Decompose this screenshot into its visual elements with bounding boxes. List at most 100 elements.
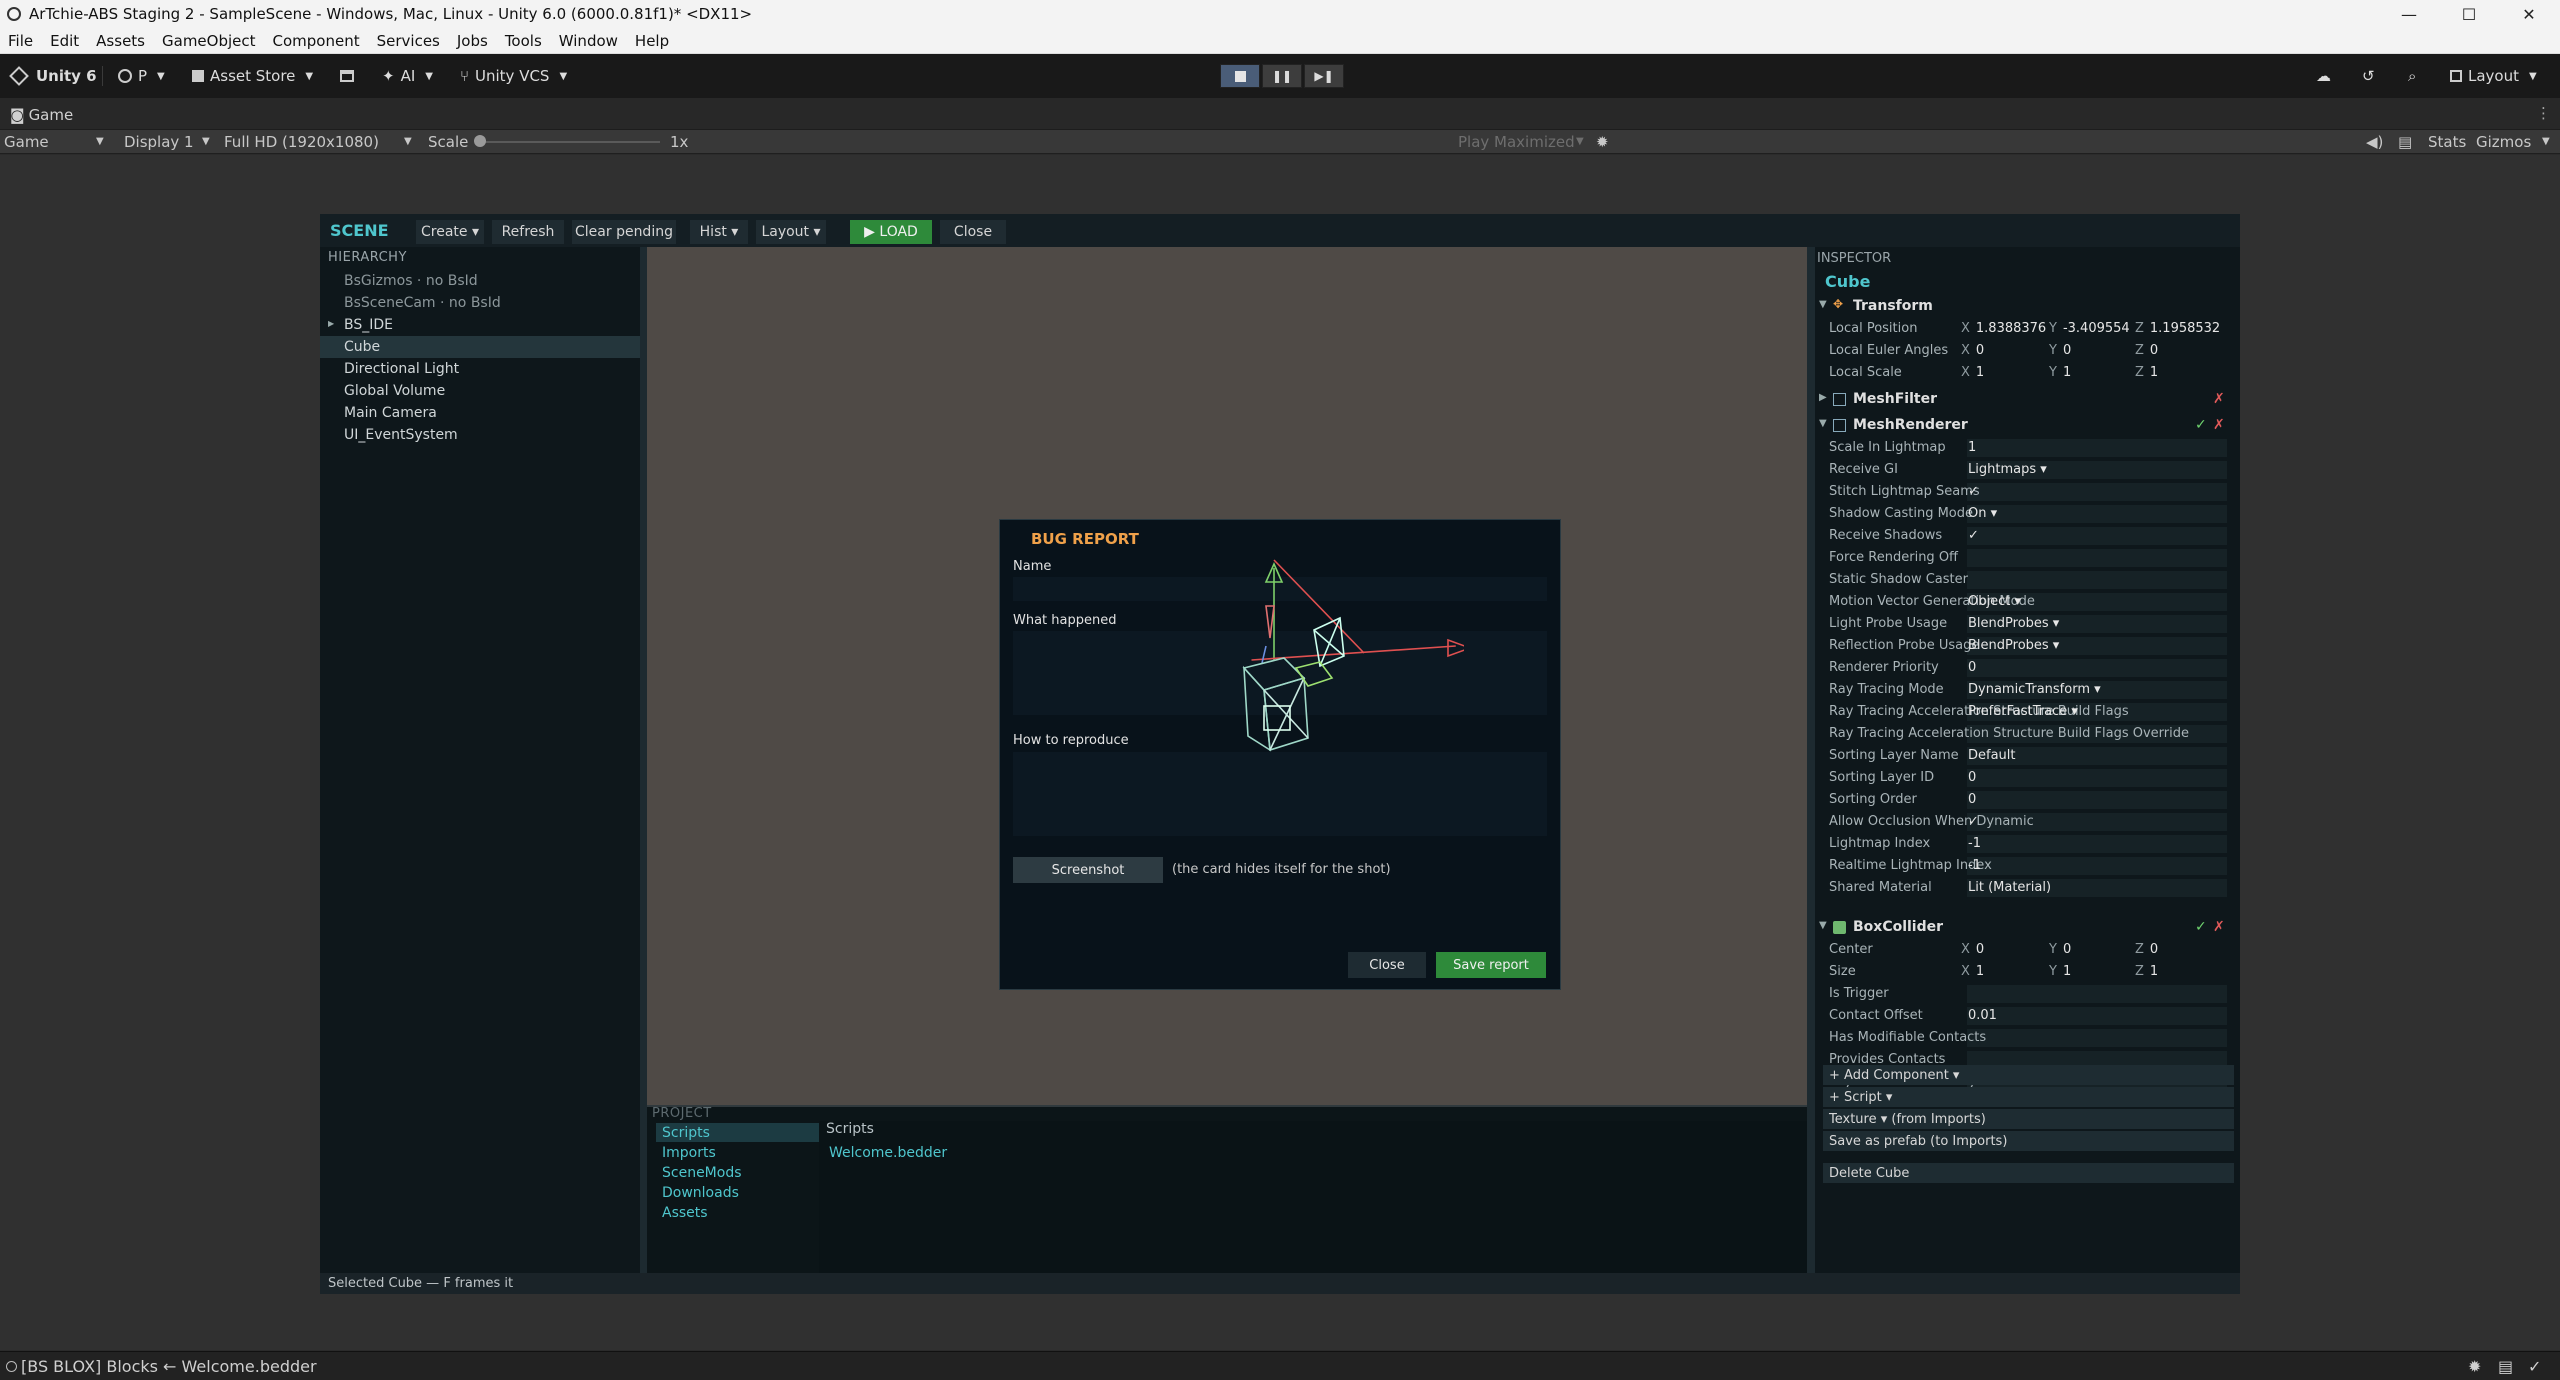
boxcollider-row-value[interactable]: 0.01 <box>1968 1008 1997 1023</box>
expand-arrow-icon[interactable]: ▶ <box>1819 392 1827 403</box>
size-x-field[interactable]: X1 <box>1961 964 1984 979</box>
meshrenderer-row-value[interactable]: PreferFastTrace ▾ <box>1968 704 2078 719</box>
play-button[interactable] <box>1220 64 1260 88</box>
folder-assets[interactable]: Assets <box>656 1203 824 1222</box>
meshrenderer-row-field[interactable] <box>1967 483 2227 501</box>
boxcollider-row-field[interactable] <box>1967 985 2227 1003</box>
close-window-button[interactable]: ✕ <box>2500 0 2558 28</box>
ai-dropdown[interactable]: ✦ AI ▼ <box>382 64 433 88</box>
meshrenderer-row-value[interactable]: DynamicTransform ▾ <box>1968 682 2101 697</box>
meshrenderer-row-field[interactable] <box>1967 769 2227 787</box>
close-ide-button[interactable]: Close <box>940 220 1006 244</box>
position-z-field[interactable]: Z 1.1958532 <box>2135 321 2220 336</box>
hierarchy-item-bs-ide[interactable]: ▶ BS_IDE <box>320 314 646 336</box>
check-circle-icon[interactable]: ✓ <box>2528 1357 2541 1376</box>
meshrenderer-row-field[interactable] <box>1967 857 2227 875</box>
enabled-check-icon[interactable]: ✓ <box>2195 417 2207 433</box>
meshrenderer-header[interactable]: ▼ MeshRenderer ✓ ✗ <box>1815 414 2240 438</box>
position-x-field[interactable]: X 1.8388376 <box>1961 321 2046 336</box>
file-welcome-bedder[interactable]: Welcome.bedder <box>829 1145 947 1161</box>
meshrenderer-row-value[interactable]: ✓ <box>1968 528 1979 543</box>
progress-icon[interactable]: ▤ <box>2498 1357 2513 1376</box>
meshfilter-header[interactable]: ▶ MeshFilter ✗ <box>1815 388 2240 412</box>
play-mode-select[interactable]: Play Maximized <box>1458 133 1575 151</box>
menu-help[interactable]: Help <box>635 32 669 50</box>
remove-component-icon[interactable]: ✗ <box>2213 417 2225 433</box>
boxcollider-header[interactable]: ▼ BoxCollider ✓ ✗ <box>1815 916 2240 940</box>
expand-arrow-icon[interactable]: ▶ <box>328 319 334 328</box>
asset-store-dropdown[interactable]: Asset Store ▼ <box>192 64 313 88</box>
layout-button[interactable]: Layout ▾ <box>756 220 826 244</box>
unity-version-button[interactable]: Unity 6 <box>9 64 97 88</box>
menu-edit[interactable]: Edit <box>50 32 79 50</box>
meshrenderer-row-value[interactable]: 0 <box>1968 660 1976 675</box>
collapse-arrow-icon[interactable]: ▼ <box>1819 418 1827 429</box>
meshrenderer-row-value[interactable]: 0 <box>1968 770 1976 785</box>
scale-slider-track[interactable] <box>476 141 660 143</box>
center-y-field[interactable]: Y0 <box>2049 942 2071 957</box>
layout-dropdown[interactable]: Layout ▼ <box>2450 64 2537 88</box>
position-y-field[interactable]: Y -3.409554 <box>2049 321 2130 336</box>
scale-slider-handle[interactable] <box>474 135 486 147</box>
hierarchy-item-directional-light[interactable]: Directional Light <box>320 358 646 380</box>
debug-icon[interactable]: ✹ <box>2468 1357 2481 1376</box>
collapse-arrow-icon[interactable]: ▼ <box>1819 920 1827 931</box>
meshrenderer-row-value[interactable]: BlendProbes ▾ <box>1968 638 2059 653</box>
meshrenderer-row-value[interactable]: BlendProbes ▾ <box>1968 616 2059 631</box>
boxcollider-row-field[interactable] <box>1967 1029 2227 1047</box>
menu-assets[interactable]: Assets <box>96 32 145 50</box>
dialog-close-button[interactable]: Close <box>1348 952 1426 978</box>
hierarchy-item-main-camera[interactable]: Main Camera <box>320 402 646 424</box>
pause-button[interactable]: ❚❚ <box>1262 64 1302 88</box>
meshrenderer-row-value[interactable]: On ▾ <box>1968 506 1997 521</box>
meshrenderer-row-value[interactable]: -1 <box>1968 858 1981 873</box>
maximize-button[interactable]: ☐ <box>2440 0 2498 28</box>
center-z-field[interactable]: Z0 <box>2135 942 2158 957</box>
scale-x-field[interactable]: X1 <box>1961 365 1984 380</box>
game-view-select[interactable]: Game <box>4 133 49 151</box>
kebab-menu-icon[interactable]: ⋮ <box>2536 104 2551 122</box>
hierarchy-item-bsgizmos[interactable]: BsGizmos · no BsId <box>320 270 646 292</box>
stats-toggle[interactable]: Stats <box>2428 133 2466 151</box>
aspect-icon[interactable]: ▤ <box>2398 133 2412 151</box>
folder-scripts[interactable]: Scripts <box>656 1123 824 1142</box>
menu-tools[interactable]: Tools <box>505 32 542 50</box>
menu-file[interactable]: File <box>8 32 33 50</box>
menu-jobs[interactable]: Jobs <box>457 32 488 50</box>
remove-component-icon[interactable]: ✗ <box>2213 919 2225 935</box>
menu-component[interactable]: Component <box>273 32 360 50</box>
package-button[interactable] <box>340 64 354 88</box>
screenshot-button[interactable]: Screenshot <box>1013 857 1163 883</box>
hierarchy-splitter[interactable] <box>640 247 647 1273</box>
folder-downloads[interactable]: Downloads <box>656 1183 824 1202</box>
hierarchy-item-ui-eventsystem[interactable]: UI_EventSystem <box>320 424 646 446</box>
add-component-button[interactable]: + Add Component ▾ <box>1823 1065 2234 1085</box>
display-select[interactable]: Display 1 <box>124 133 194 151</box>
resolution-select[interactable]: Full HD (1920x1080) <box>224 133 379 151</box>
menu-gameobject[interactable]: GameObject <box>162 32 256 50</box>
save-report-button[interactable]: Save report <box>1436 952 1546 978</box>
add-script-button[interactable]: + Script ▾ <box>1823 1087 2234 1107</box>
meshrenderer-row-field[interactable] <box>1967 527 2227 545</box>
size-z-field[interactable]: Z1 <box>2135 964 2158 979</box>
clear-pending-button[interactable]: Clear pending <box>572 220 676 244</box>
refresh-button[interactable]: Refresh <box>492 220 564 244</box>
hist-button[interactable]: Hist ▾ <box>690 220 748 244</box>
hierarchy-item-cube[interactable]: Cube <box>320 336 646 358</box>
search-button[interactable]: ⌕ <box>2408 64 2416 88</box>
step-button[interactable]: ▶❚ <box>1304 64 1344 88</box>
meshrenderer-row-field[interactable] <box>1967 659 2227 677</box>
bug-icon[interactable]: ✹ <box>1596 133 1609 151</box>
tab-game[interactable]: ◙ Game <box>10 106 73 124</box>
remove-component-icon[interactable]: ✗ <box>2213 391 2225 407</box>
meshrenderer-row-value[interactable]: ✓ <box>1968 484 1979 499</box>
rotation-y-field[interactable]: Y0 <box>2049 343 2071 358</box>
meshrenderer-row-value[interactable]: Lit (Material) <box>1968 880 2051 895</box>
cloud-button[interactable]: ☁ <box>2316 64 2331 88</box>
inspector-splitter[interactable] <box>1807 247 1815 1273</box>
transform-header[interactable]: ▼ ✥ Transform <box>1815 295 2240 319</box>
meshrenderer-row-value[interactable]: Lightmaps ▾ <box>1968 462 2047 477</box>
account-dropdown[interactable]: P ▼ <box>118 64 165 88</box>
scale-y-field[interactable]: Y1 <box>2049 365 2071 380</box>
meshrenderer-row-value[interactable]: Default <box>1968 748 2016 763</box>
